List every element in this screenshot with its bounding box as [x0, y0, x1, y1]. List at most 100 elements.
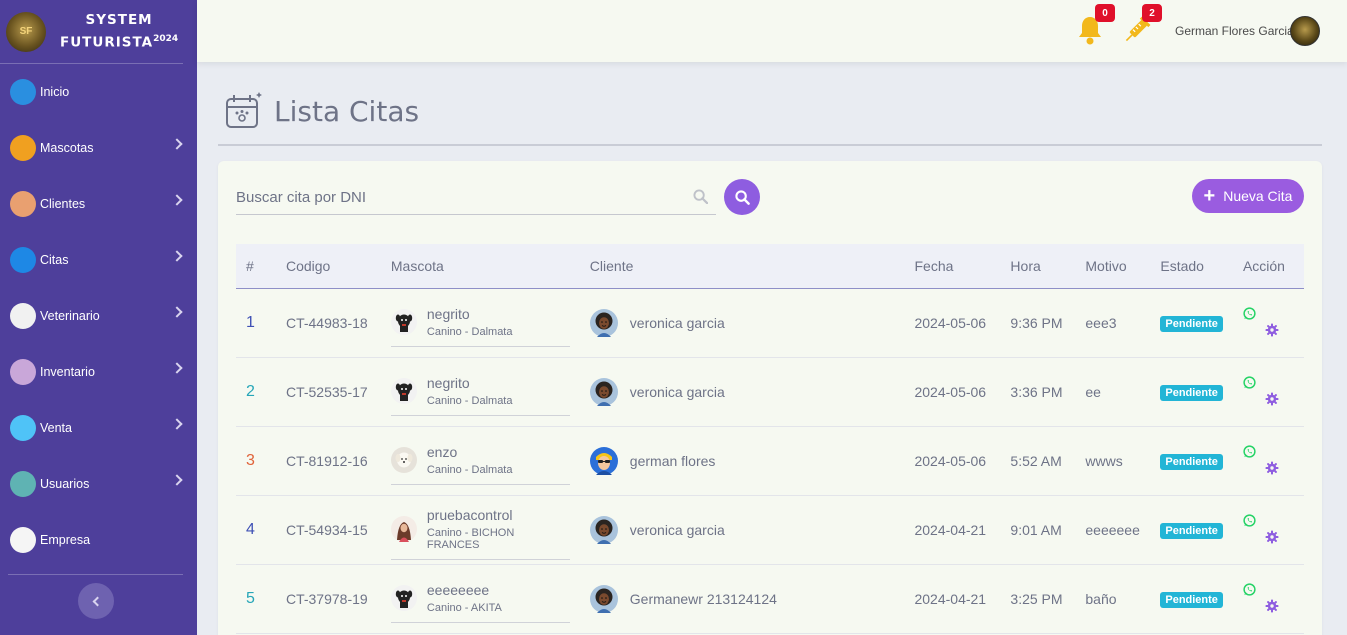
- user-avatar[interactable]: [1290, 16, 1320, 46]
- user-name[interactable]: German Flores Garcia: [1175, 24, 1294, 38]
- whatsapp-icon[interactable]: [1243, 513, 1256, 527]
- vaccines-button[interactable]: 2: [1122, 4, 1162, 46]
- table-row[interactable]: 2 CT-52535-17 negrito Canino - Dalmata veron…: [236, 357, 1304, 426]
- table-row[interactable]: 4 CT-54934-15 pruebacontrol Canino - BICHON…: [236, 495, 1304, 564]
- col-code[interactable]: Codigo: [276, 244, 381, 288]
- action-buttons: [1243, 441, 1293, 481]
- whatsapp-icon[interactable]: [1243, 375, 1256, 389]
- brand[interactable]: SF SYSTEM FUTURISTA2024: [0, 0, 183, 64]
- pet-avatar: [390, 309, 417, 335]
- col-reason[interactable]: Motivo: [1075, 244, 1150, 288]
- topbar: 0 2 German Flores Garcia: [197, 0, 1347, 62]
- sidebar-item-label: Usuarios: [40, 477, 90, 491]
- gear-icon[interactable]: [1265, 530, 1279, 544]
- status-badge: Pendiente: [1160, 453, 1223, 470]
- row-reason: eee3: [1085, 314, 1117, 331]
- sidebar-item-venta[interactable]: Venta: [0, 400, 197, 456]
- whatsapp-icon[interactable]: [1243, 582, 1256, 596]
- page-title: Lista Citas: [274, 94, 420, 128]
- search-box: [236, 179, 716, 215]
- appointments-card: + Nueva Cita # Codigo Mascota Cliente Fe…: [218, 161, 1322, 635]
- chevron-right-icon: [171, 138, 183, 150]
- row-time: 3:36 PM: [1010, 383, 1063, 400]
- gear-icon[interactable]: [1265, 599, 1279, 613]
- pet-avatar: [390, 378, 417, 404]
- chevron-right-icon: [171, 418, 183, 430]
- col-number[interactable]: #: [236, 244, 276, 288]
- sidebar-item-empresa[interactable]: Empresa: [0, 512, 197, 568]
- pet-avatar: [390, 447, 417, 473]
- table-row[interactable]: 5 CT-37978-19 eeeeeeee Canino - AKITA German…: [236, 564, 1304, 633]
- people-icon: [10, 191, 36, 217]
- pet-info: pruebacontrol Canino - BICHON FRANCES: [390, 507, 570, 560]
- client-info: Germanewr 213124124: [589, 584, 895, 613]
- sidebar: SF SYSTEM FUTURISTA2024 Inicio Mascotas Cl…: [0, 0, 197, 635]
- table-row[interactable]: 3 CT-81912-16 enzo Canino - Dalmata german f…: [236, 426, 1304, 495]
- col-client[interactable]: Cliente: [580, 244, 905, 288]
- pet-name: negrito: [426, 306, 470, 322]
- sidebar-item-label: Venta: [40, 421, 72, 435]
- whatsapp-icon[interactable]: [1243, 444, 1256, 458]
- brand-year: 2024: [153, 33, 179, 44]
- row-date: 2024-04-21: [914, 590, 987, 607]
- pet-breed: Canino - AKITA: [426, 602, 502, 614]
- gear-icon[interactable]: [1265, 392, 1279, 406]
- search-button[interactable]: [724, 179, 760, 215]
- row-actions: [1233, 288, 1304, 357]
- brand-name: SYSTEM FUTURISTA2024: [60, 11, 178, 53]
- cash-register-icon: [10, 415, 36, 441]
- gear-icon[interactable]: [1265, 461, 1279, 475]
- sidebar-item-mascotas[interactable]: Mascotas: [0, 120, 197, 176]
- sidebar-item-citas[interactable]: Citas: [0, 232, 197, 288]
- action-buttons: [1243, 579, 1293, 619]
- col-status[interactable]: Estado: [1150, 244, 1233, 288]
- sidebar-item-label: Veterinario: [40, 309, 100, 323]
- row-pet-cell: eeeeeeee Canino - AKITA: [381, 564, 580, 633]
- row-reason: wwws: [1085, 452, 1123, 469]
- new-appointment-button[interactable]: + Nueva Cita: [1192, 179, 1304, 213]
- row-status-cell: Pendiente: [1150, 495, 1233, 564]
- pet-name: eeeeeeee: [426, 582, 490, 598]
- notifications-button[interactable]: 0: [1075, 4, 1115, 46]
- row-time: 5:52 AM: [1010, 452, 1062, 469]
- row-time: 9:01 AM: [1010, 521, 1062, 538]
- sidebar-item-label: Inicio: [40, 85, 70, 99]
- row-reason: baño: [1085, 590, 1117, 607]
- table-row[interactable]: 1 CT-44983-18 negrito Canino - Dalmata veron…: [236, 288, 1304, 357]
- sidebar-collapse-button[interactable]: [78, 583, 114, 619]
- search-icon: [734, 189, 750, 205]
- sidebar-item-inicio[interactable]: Inicio: [0, 64, 197, 120]
- monitor-icon: [10, 79, 36, 105]
- col-date[interactable]: Fecha: [904, 244, 1000, 288]
- pet-avatar: [390, 585, 417, 611]
- client-name: veronica garcia: [629, 383, 725, 400]
- row-pet-cell: pruebacontrol Canino - BICHON FRANCES: [381, 495, 580, 564]
- gear-icon[interactable]: [1265, 323, 1279, 337]
- pet-info: enzo Canino - Dalmata: [390, 444, 570, 485]
- sidebar-item-veterinario[interactable]: Veterinario: [0, 288, 197, 344]
- paw-icon: [10, 135, 36, 161]
- row-status-cell: Pendiente: [1150, 564, 1233, 633]
- sidebar-item-label: Inventario: [40, 365, 95, 379]
- sidebar-menu: Inicio Mascotas Clientes Citas Veterinario In…: [0, 64, 197, 568]
- col-pet[interactable]: Mascota: [381, 244, 580, 288]
- pet-breed: Canino - BICHON FRANCES: [426, 527, 515, 551]
- row-client-cell: veronica garcia: [580, 495, 905, 564]
- chevron-right-icon: [171, 306, 183, 318]
- row-code: CT-52535-17: [285, 383, 368, 400]
- sidebar-item-usuarios[interactable]: Usuarios: [0, 456, 197, 512]
- row-number: 1: [246, 313, 255, 331]
- row-actions: [1233, 357, 1304, 426]
- sidebar-item-clientes[interactable]: Clientes: [0, 176, 197, 232]
- search-input[interactable]: [236, 179, 676, 215]
- client-avatar: [589, 515, 618, 544]
- whatsapp-icon[interactable]: [1243, 306, 1256, 320]
- row-status-cell: Pendiente: [1150, 288, 1233, 357]
- status-badge: Pendiente: [1160, 591, 1223, 608]
- status-badge: Pendiente: [1160, 315, 1223, 332]
- chevron-right-icon: [171, 362, 183, 374]
- appointments-table: # Codigo Mascota Cliente Fecha Hora Moti…: [236, 244, 1304, 634]
- col-time[interactable]: Hora: [1000, 244, 1075, 288]
- col-action[interactable]: Acción: [1233, 244, 1304, 288]
- sidebar-item-inventario[interactable]: Inventario: [0, 344, 197, 400]
